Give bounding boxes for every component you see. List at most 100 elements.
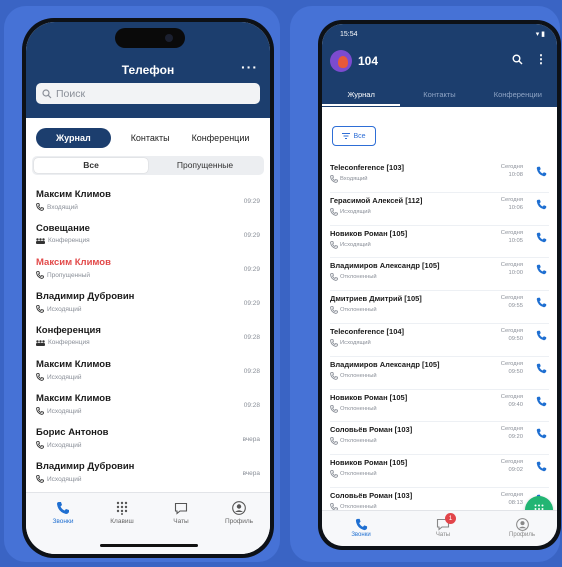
call-row[interactable]: Teleconference [104] Исходящий Сегодня 09:5… (330, 324, 549, 357)
phone-icon (355, 518, 367, 530)
call-back-icon[interactable] (536, 428, 547, 439)
caller-name: Новиков Роман [105] (330, 228, 408, 238)
android-screen: 15:54 ▾ ▮ 104 ⋮ Журнал Контакты Конферен… (322, 24, 557, 546)
call-type-label: Отклоненный (340, 274, 377, 281)
call-row[interactable]: Владимиров Александр [105] Отклоненный Сег… (330, 357, 549, 390)
call-type-label: Отклоненный (340, 405, 377, 412)
android-tabs: Журнал Контакты Конференции (322, 90, 557, 106)
call-row[interactable]: Владимиров Александр [105] Отклоненный Сег… (330, 258, 549, 292)
caller-name: Владимиров Александр [105] (330, 359, 440, 369)
caller-name: Максим Климов (36, 393, 111, 404)
search-input[interactable]: Поиск (36, 83, 260, 104)
caller-name: Борис Антонов (36, 427, 109, 438)
tab-conferences[interactable]: Конференции (479, 90, 557, 106)
call-back-icon[interactable] (536, 297, 547, 308)
call-type: Входящий (330, 175, 368, 183)
call-back-icon[interactable] (536, 363, 547, 374)
tab-chats[interactable]: Чаты (156, 500, 206, 525)
call-time: вчера (242, 470, 260, 477)
phone-icon (330, 306, 338, 315)
phone-outgoing-icon (36, 441, 44, 449)
kebab-menu-icon[interactable]: ⋮ (535, 52, 547, 66)
call-row[interactable]: Совещание Конференция 09:29 (36, 223, 260, 257)
call-row[interactable]: Максим Климов Входящий 09:29 (36, 189, 260, 223)
unread-badge: 1 (445, 513, 456, 524)
call-row[interactable]: Соловьёв Роман [103] Отклоненный Сегодня 09… (330, 422, 549, 456)
call-type: Исходящий (330, 207, 371, 216)
call-type: Конференция (36, 237, 90, 244)
call-row[interactable]: Максим Климов Пропущенный 09:29 (36, 257, 260, 291)
phone-icon (330, 404, 338, 413)
call-back-icon[interactable] (536, 461, 547, 472)
caller-name: Новиков Роман [105] (330, 392, 408, 402)
call-day: Сегодня (500, 262, 523, 269)
bottom-tab-bar: Звонки Клавиш Чаты Профиль (26, 492, 270, 554)
call-row[interactable]: Новиков Роман [105] Исходящий Сегодня 10:05 (330, 226, 549, 259)
call-type: Исходящий (36, 407, 82, 415)
call-row[interactable]: Максим Климов Исходящий 09:28 (36, 359, 260, 393)
call-row[interactable]: Владимир Дубровин Исходящий вчера (36, 461, 260, 495)
call-datetime: Сегодня 09:50 (501, 327, 523, 343)
tab-calls-label: Звонки (351, 532, 371, 538)
tab-chats[interactable]: 1 Чаты (418, 513, 468, 538)
dynamic-island (115, 28, 185, 48)
more-options-icon[interactable]: ··· (241, 59, 258, 75)
phone-icon (330, 470, 338, 479)
call-type-label: Отклоненный (340, 372, 377, 379)
tab-keypad[interactable]: Клавиш (97, 500, 147, 525)
call-row[interactable]: Конференция Конференция 09:28 (36, 325, 260, 359)
group-icon (36, 339, 45, 346)
phone-incoming-icon (36, 203, 44, 211)
caller-name: Максим Климов (36, 359, 111, 370)
call-time: 09:55 (508, 303, 523, 310)
call-time: 10:08 (508, 172, 523, 178)
call-row[interactable]: Новиков Роман [105] Отклоненный Сегодня 09:… (330, 455, 549, 488)
ios-header: Телефон ··· Поиск (26, 22, 270, 118)
tab-calls[interactable]: Звонки (38, 500, 88, 525)
call-time: 09:29 (243, 232, 260, 239)
ios-screen: Телефон ··· Поиск Журнал Контакты Конфер… (26, 22, 270, 554)
call-back-icon[interactable] (536, 166, 547, 177)
call-row[interactable]: Дмитриев Дмитрий [105] Отклоненный Сегодня… (330, 291, 549, 324)
call-time: 10:05 (508, 237, 523, 244)
call-type-label: Исходящий (340, 241, 371, 248)
filter-all[interactable]: Все (34, 158, 148, 173)
tab-journal[interactable]: Журнал (322, 90, 401, 106)
call-row[interactable]: Владимир Дубровин Исходящий 09:29 (36, 291, 260, 325)
tab-conferences[interactable]: Конференции (184, 128, 258, 148)
call-type: Исходящий (36, 305, 82, 313)
call-row[interactable]: Герасимой Алексей [112] Исходящий Сегодня 1… (330, 193, 549, 226)
caller-name: Новиков Роман [105] (330, 458, 408, 468)
call-time: 09:50 (508, 335, 523, 342)
call-row[interactable]: Максим Климов Исходящий 09:28 (36, 393, 260, 427)
tab-contacts[interactable]: Контакты (400, 90, 478, 106)
tab-journal[interactable]: Журнал (36, 128, 111, 148)
call-type-label: Входящий (47, 203, 78, 211)
call-back-icon[interactable] (536, 330, 547, 341)
phone-icon (330, 273, 338, 282)
call-back-icon[interactable] (536, 199, 547, 210)
tab-calls[interactable]: Звонки (336, 517, 386, 538)
call-type-label: Пропущенный (47, 271, 91, 279)
call-type-label: Исходящий (47, 305, 82, 313)
tab-profile[interactable]: Профиль (214, 500, 264, 525)
keypad-icon (116, 501, 128, 515)
search-icon[interactable] (512, 54, 523, 65)
call-type-label: Отклоненный (340, 438, 377, 445)
call-row[interactable]: Новиков Роман [105] Отклоненный Сегодня 09:… (330, 390, 549, 423)
filter-missed[interactable]: Пропущенные (148, 158, 262, 173)
call-day: Сегодня (500, 295, 523, 302)
call-type: Пропущенный (36, 271, 90, 279)
avatar[interactable] (330, 50, 352, 72)
call-type: Отклоненный (330, 437, 377, 446)
call-row[interactable]: Борис Антонов Исходящий вчера (36, 427, 260, 461)
call-type: Отклоненный (330, 404, 377, 413)
filter-button[interactable]: Все (332, 126, 376, 146)
call-back-icon[interactable] (536, 232, 547, 243)
tab-profile[interactable]: Профиль (497, 517, 547, 538)
tab-contacts[interactable]: Контакты (123, 128, 178, 148)
call-row[interactable]: Teleconference [103] Входящий Сегодня 10:08 (330, 160, 549, 193)
call-back-icon[interactable] (536, 264, 547, 275)
call-list: Максим Климов Входящий 09:29 Совещание Конфе… (26, 189, 270, 529)
call-back-icon[interactable] (536, 396, 547, 407)
